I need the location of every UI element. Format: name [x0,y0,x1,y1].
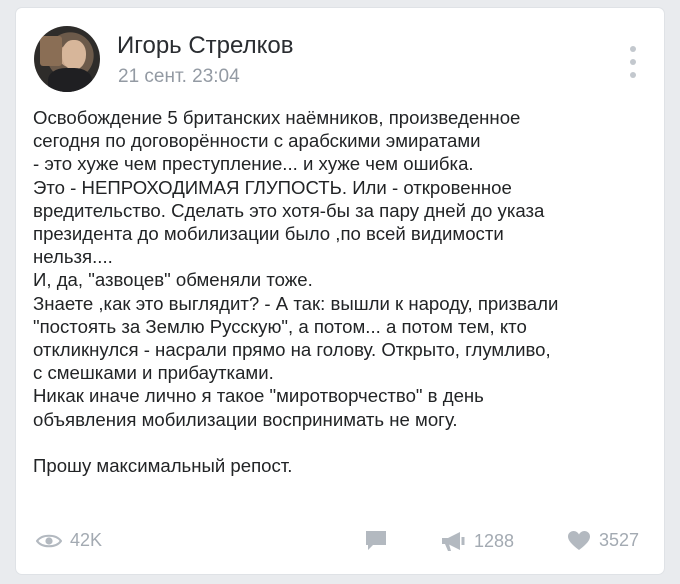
post-footer: 42K 1288 3527 [16,530,664,556]
reposts-count: 1288 [474,530,515,551]
comment-button[interactable] [364,530,388,552]
like-button[interactable]: 3527 [567,530,639,551]
likes-count: 3527 [599,530,640,550]
comment-icon [364,530,388,552]
views-count: 42K [70,530,103,550]
more-vertical-icon[interactable] [630,46,636,78]
views-counter: 42K [36,530,102,551]
author-name[interactable]: Игорь Стрелков [117,32,293,60]
post-date[interactable]: 21 сент. 23:04 [118,66,240,88]
megaphone-icon [440,530,466,552]
avatar[interactable] [34,26,100,92]
post-text: Освобождение 5 британских наёмников, про… [33,107,559,477]
heart-icon [567,530,591,551]
eye-icon [36,533,62,549]
share-button[interactable]: 1288 [440,530,514,552]
post-card: Игорь Стрелков 21 сент. 23:04 Освобожден… [16,8,664,574]
